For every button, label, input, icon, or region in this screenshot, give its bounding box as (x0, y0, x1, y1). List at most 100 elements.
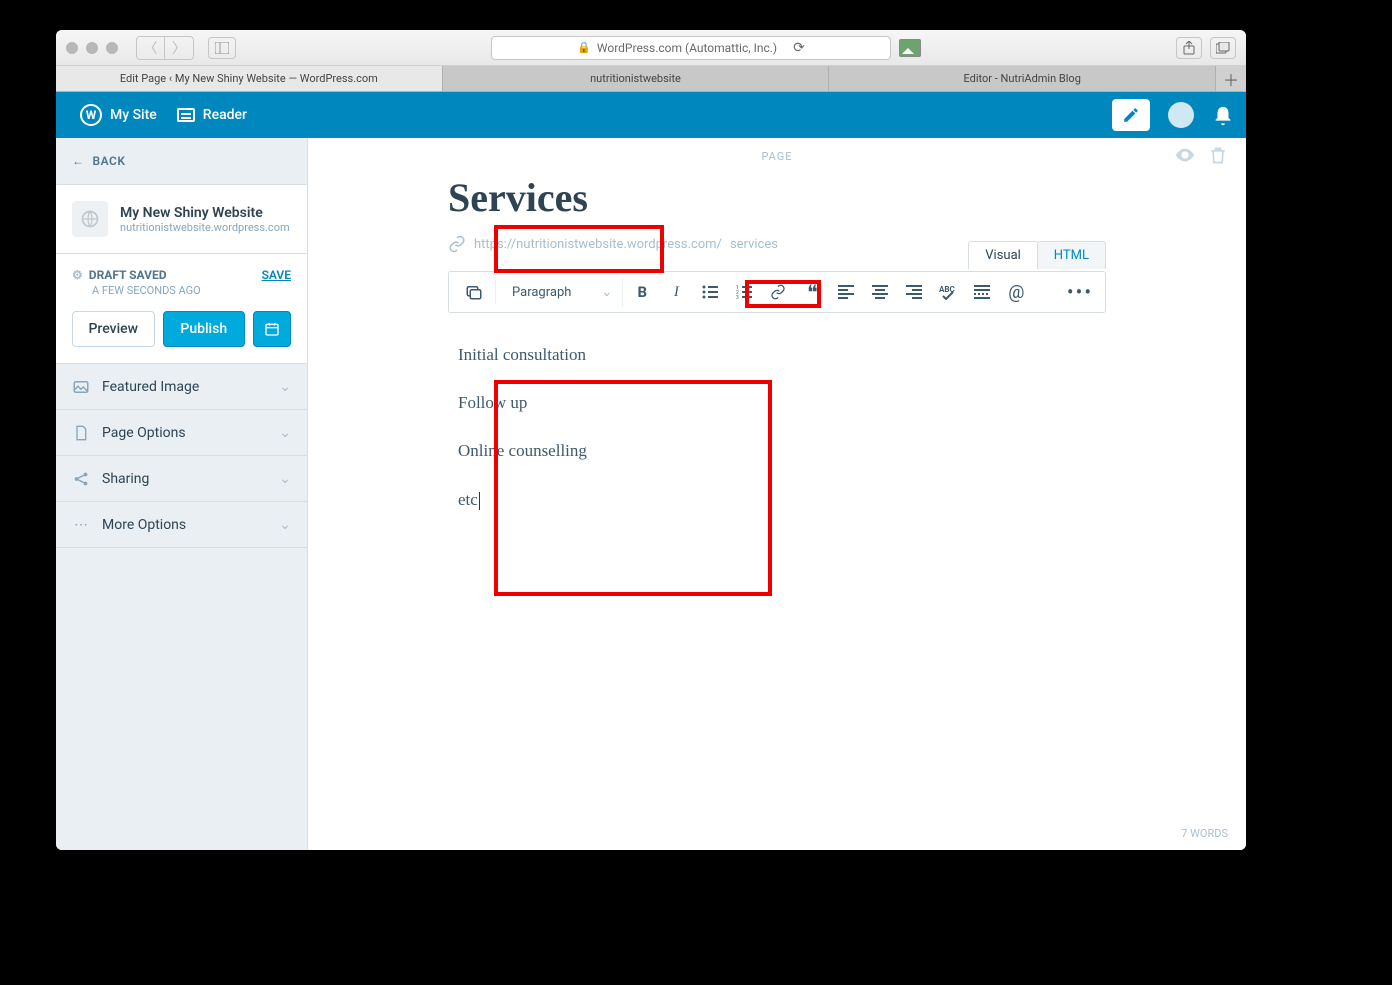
back-link[interactable]: ← BACK (56, 138, 307, 184)
post-type-label: PAGE (761, 150, 792, 163)
browser-tabstrip: Edit Page ‹ My New Shiny Website — WordP… (56, 66, 1246, 92)
chevron-down-icon: ⌄ (279, 517, 291, 533)
link-button[interactable] (763, 277, 793, 307)
accordion-label: More Options (102, 517, 186, 533)
content-line: Initial consultation (458, 333, 1096, 377)
calendar-icon (264, 321, 280, 337)
maximize-window-button[interactable] (106, 42, 118, 54)
read-more-button[interactable] (967, 277, 997, 307)
publish-button[interactable]: Publish (163, 311, 246, 347)
compose-button[interactable] (1112, 99, 1150, 131)
pencil-icon (1122, 106, 1140, 124)
content-line: Online counselling (458, 429, 1096, 473)
wordpress-logo-icon: W (80, 104, 102, 126)
accordion-label: Sharing (102, 471, 149, 487)
extension-icon[interactable] (899, 39, 921, 57)
accordion-sharing[interactable]: Sharing ⌄ (56, 456, 307, 502)
content-line: etc (458, 478, 1096, 522)
minimize-window-button[interactable] (86, 42, 98, 54)
accordion-label: Featured Image (102, 379, 199, 395)
visibility-icon[interactable] (1174, 144, 1196, 166)
draft-saved-label: DRAFT SAVED (89, 268, 167, 282)
accordion-page-options[interactable]: Page Options ⌄ (56, 410, 307, 456)
chevron-down-icon: ⌄ (279, 471, 291, 487)
share-icon (72, 470, 90, 488)
timeago-label: A FEW SECONDS AGO (92, 284, 291, 297)
format-label: Paragraph (512, 285, 571, 300)
site-url: nutritionistwebsite.wordpress.com (120, 221, 290, 234)
post-title-input[interactable]: Services (448, 174, 588, 221)
app-body: ← BACK My New Shiny Website nutritionist… (56, 138, 1246, 850)
bold-button[interactable]: B (627, 277, 657, 307)
browser-window: 〈 〉 🔒 WordPress.com (Automattic, Inc.) ⟳… (56, 30, 1246, 850)
status-card: ⚙ DRAFT SAVED SAVE A FEW SECONDS AGO Pre… (56, 254, 307, 364)
editor-sidebar: ← BACK My New Shiny Website nutritionist… (56, 138, 308, 850)
arrow-left-icon: ← (72, 154, 85, 168)
traffic-lights (66, 42, 118, 54)
bullet-list-button[interactable] (695, 277, 725, 307)
trash-icon[interactable] (1208, 144, 1228, 166)
chevron-down-icon: ⌄ (601, 285, 612, 300)
browser-tab[interactable]: Edit Page ‹ My New Shiny Website — WordP… (56, 66, 443, 91)
chevron-down-icon: ⌄ (279, 425, 291, 441)
format-select[interactable]: Paragraph ⌄ (502, 277, 623, 307)
my-site-link[interactable]: W My Site (70, 92, 167, 138)
reload-icon[interactable]: ⟳ (793, 40, 805, 56)
kitchen-sink-button[interactable]: ••• (1065, 277, 1095, 307)
publish-buttons: Preview Publish (72, 311, 291, 347)
forward-button[interactable]: 〉 (165, 37, 193, 59)
align-center-button[interactable] (865, 277, 895, 307)
address-bar[interactable]: 🔒 WordPress.com (Automattic, Inc.) ⟳ (491, 36, 891, 60)
spellcheck-button[interactable]: ABC (933, 277, 963, 307)
permalink-slug[interactable]: services (730, 237, 778, 252)
editor-toolbar: Paragraph ⌄ B I 123 ❝ ABC @ ••• (448, 271, 1106, 313)
accordion-featured-image[interactable]: Featured Image ⌄ (56, 364, 307, 410)
user-avatar[interactable] (1168, 102, 1194, 128)
back-button[interactable]: 〈 (137, 37, 165, 59)
safari-sidebar-button[interactable] (208, 37, 236, 59)
tab-html[interactable]: HTML (1037, 241, 1106, 269)
schedule-button[interactable] (253, 311, 291, 347)
italic-button[interactable]: I (661, 277, 691, 307)
preview-button[interactable]: Preview (72, 311, 155, 347)
lock-icon: 🔒 (577, 41, 591, 54)
tab-visual[interactable]: Visual (968, 241, 1038, 269)
site-name: My New Shiny Website (120, 205, 290, 221)
my-site-label: My Site (110, 107, 157, 123)
close-window-button[interactable] (66, 42, 78, 54)
mac-titlebar: 〈 〉 🔒 WordPress.com (Automattic, Inc.) ⟳ (56, 30, 1246, 66)
reader-label: Reader (203, 107, 247, 123)
numbered-list-button[interactable]: 123 (729, 277, 759, 307)
address-host: WordPress.com (Automattic, Inc.) (597, 41, 777, 55)
svg-text:3: 3 (736, 295, 739, 300)
text-cursor (479, 492, 480, 510)
titlebar-right (1176, 37, 1236, 59)
blockquote-button[interactable]: ❝ (797, 277, 827, 307)
reader-icon (177, 108, 195, 122)
notifications-icon[interactable] (1212, 105, 1232, 125)
align-right-button[interactable] (899, 277, 929, 307)
link-icon[interactable] (448, 235, 466, 253)
address-bar-wrap: 🔒 WordPress.com (Automattic, Inc.) ⟳ (244, 36, 1168, 60)
reader-link[interactable]: Reader (167, 92, 257, 138)
browser-tab[interactable]: nutritionistwebsite (443, 66, 830, 91)
site-card[interactable]: My New Shiny Website nutritionistwebsite… (56, 184, 307, 254)
mention-button[interactable]: @ (1001, 277, 1031, 307)
ellipsis-icon: ⋯ (72, 516, 90, 534)
toolbar-wrap: Visual HTML Paragraph ⌄ B I 123 ❝ (448, 271, 1106, 313)
editor-main: PAGE Services https://nutritionistwebsit… (308, 138, 1246, 850)
accordion-more-options[interactable]: ⋯ More Options ⌄ (56, 502, 307, 548)
new-tab-button[interactable]: ＋ (1216, 66, 1246, 91)
permalink-base: https://nutritionistwebsite.wordpress.co… (474, 237, 722, 252)
browser-tab[interactable]: Editor - NutriAdmin Blog (829, 66, 1216, 91)
wp-masterbar: W My Site Reader (56, 92, 1246, 138)
save-link[interactable]: SAVE (262, 268, 291, 282)
gear-icon[interactable]: ⚙ (72, 268, 83, 282)
share-button[interactable] (1176, 37, 1202, 59)
nav-arrows: 〈 〉 (136, 36, 194, 60)
tabs-overview-button[interactable] (1210, 37, 1236, 59)
add-media-button[interactable] (459, 277, 489, 307)
editor-content[interactable]: Initial consultation Follow up Online co… (308, 313, 1246, 546)
page-icon (72, 424, 90, 442)
align-left-button[interactable] (831, 277, 861, 307)
